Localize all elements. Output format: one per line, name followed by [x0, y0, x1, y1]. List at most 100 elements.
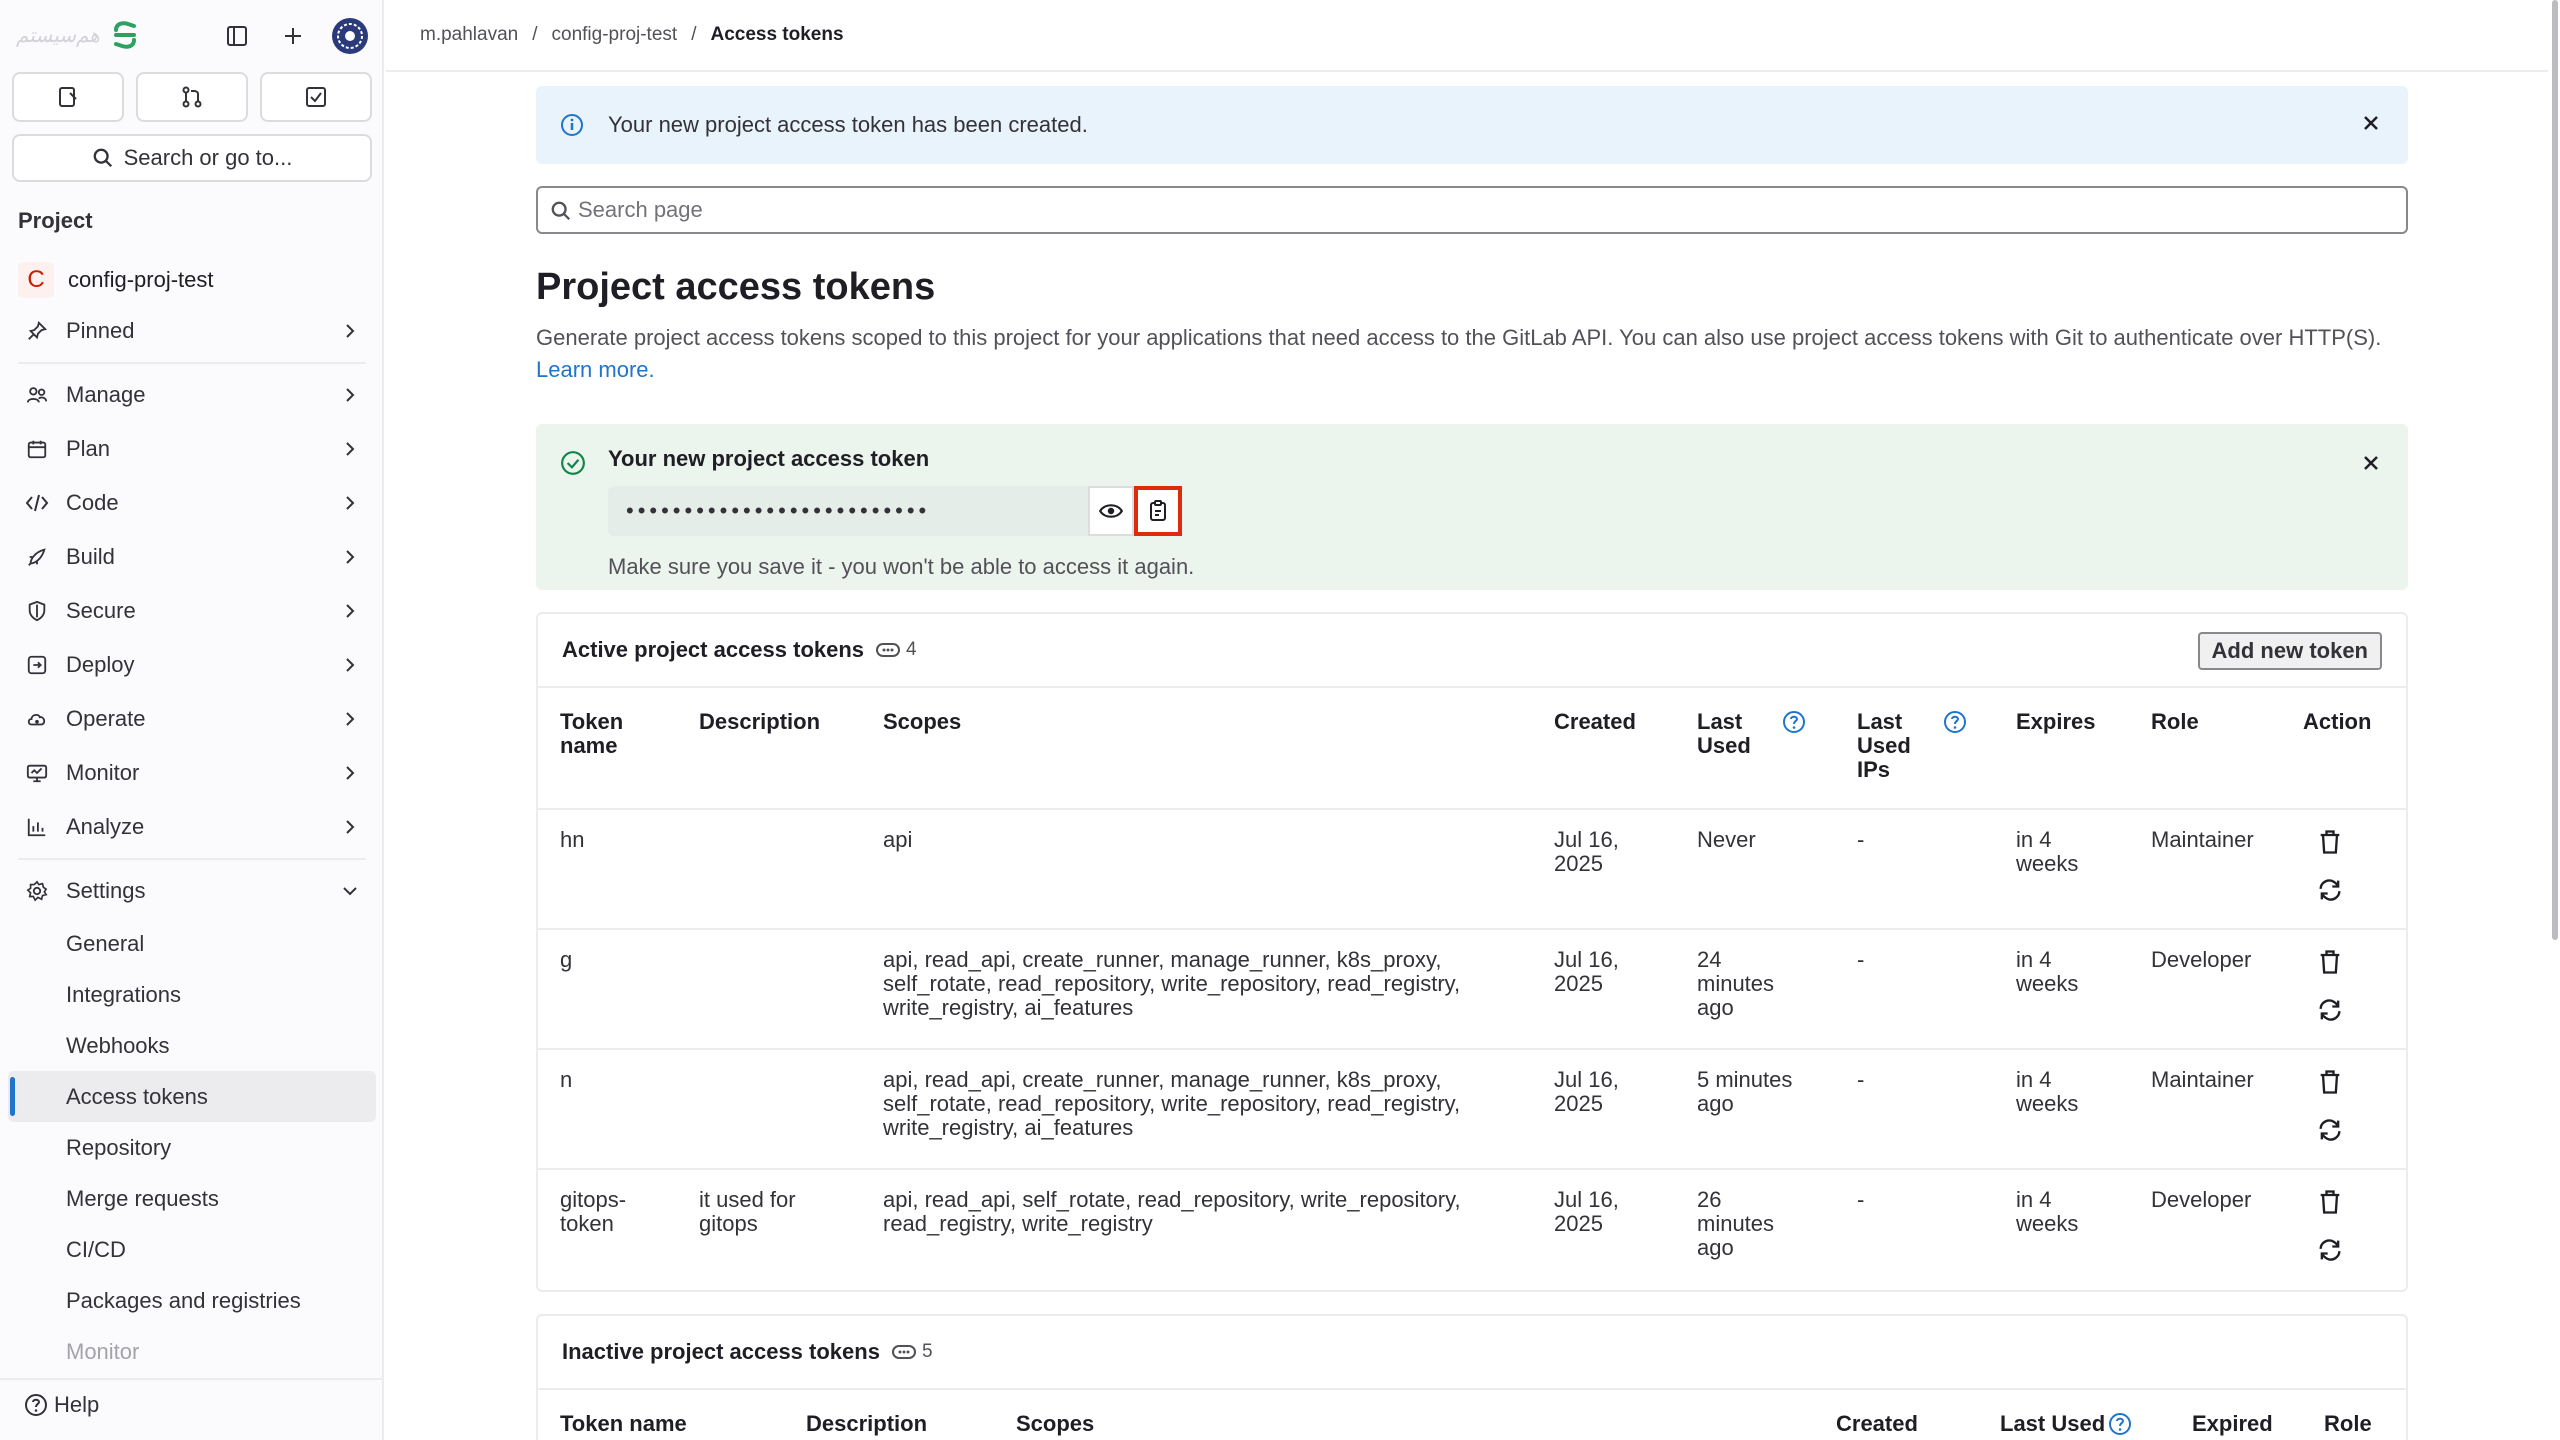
column-header-role[interactable]: Role — [2324, 1412, 2372, 1436]
question-icon[interactable] — [1943, 710, 1967, 734]
trash-icon[interactable] — [2316, 1188, 2344, 1216]
sidebar-item-monitor[interactable]: Monitor — [0, 746, 384, 800]
sidebar-project-link[interactable]: C config-proj-test — [18, 262, 214, 298]
question-icon[interactable] — [1782, 710, 1806, 734]
token-value-field[interactable]: •••••••••••••••••••••••••• — [608, 486, 1088, 536]
brand-logo[interactable]: هم‌سیستم — [16, 18, 142, 52]
column-header-token-name[interactable]: Token name — [560, 710, 623, 758]
scrollbar-thumb[interactable] — [2552, 0, 2558, 940]
project-name: config-proj-test — [68, 267, 214, 292]
sidebar-item-build[interactable]: Build — [0, 530, 384, 584]
cell-last-used-ips: - — [1857, 827, 1865, 852]
sidebar-item-analyze[interactable]: Analyze — [0, 800, 384, 854]
todos-button[interactable] — [260, 72, 372, 122]
sidebar-search-button[interactable]: Search or go to... — [12, 134, 372, 182]
sidebar-item-label: Manage — [66, 382, 146, 407]
cell-line: ago — [1697, 1091, 1734, 1116]
collapse-sidebar-icon[interactable] — [220, 19, 254, 53]
column-header-expired[interactable]: Expired — [2192, 1412, 2273, 1436]
add-new-token-button[interactable]: Add new token — [2197, 632, 2382, 670]
search-icon — [551, 201, 571, 221]
cell-last-used: 5 minutes ago — [1697, 1068, 1792, 1116]
column-header-role[interactable]: Role — [2151, 710, 2199, 734]
cell-line: ago — [1697, 995, 1734, 1020]
sidebar-item-label: Secure — [66, 598, 136, 623]
plus-icon[interactable] — [276, 19, 310, 53]
close-icon[interactable] — [2360, 112, 2382, 134]
cell-description: it used for gitops — [699, 1188, 796, 1236]
trash-icon[interactable] — [2316, 948, 2344, 976]
column-header-created[interactable]: Created — [1836, 1412, 1918, 1436]
sidebar-item-operate[interactable]: Operate — [0, 692, 384, 746]
issues-button[interactable] — [12, 72, 124, 122]
rotate-icon[interactable] — [2316, 1116, 2344, 1144]
sidebar-item-label: Pinned — [66, 318, 135, 343]
sidebar-section-title: Project — [18, 208, 93, 233]
breadcrumb-item-project[interactable]: config-proj-test — [552, 24, 678, 46]
column-header-scopes[interactable]: Scopes — [883, 710, 961, 734]
sidebar-item-plan[interactable]: Plan — [0, 422, 384, 476]
column-header-last-used-ips[interactable]: Last Used IPs — [1857, 710, 1911, 782]
cell-last-used-ips: - — [1857, 1067, 1865, 1092]
column-header-description[interactable]: Description — [699, 710, 820, 734]
chevron-right-icon — [346, 550, 355, 564]
settings-item-general[interactable]: General — [0, 918, 384, 969]
breadcrumb-item-user[interactable]: m.pahlavan — [420, 24, 518, 46]
sidebar-item-code[interactable]: Code — [0, 476, 384, 530]
todo-icon — [306, 87, 326, 107]
header-line: Last — [1857, 709, 1903, 734]
new-token-alert: Your new project access token ••••••••••… — [536, 424, 2408, 590]
trash-icon[interactable] — [2316, 1068, 2344, 1096]
cell-created: Jul 16, 2025 — [1554, 1068, 1619, 1116]
settings-item-merge-requests[interactable]: Merge requests — [0, 1173, 384, 1224]
sidebar-item-manage[interactable]: Manage — [0, 368, 384, 422]
cell-line: api, read_api, create_runner, manage_run… — [883, 947, 1442, 972]
cell-line: gitops — [699, 1211, 758, 1236]
column-header-description[interactable]: Description — [806, 1412, 927, 1436]
column-header-expires[interactable]: Expires — [2016, 710, 2096, 734]
info-icon — [561, 114, 583, 136]
breadcrumb-item-current[interactable]: Access tokens — [710, 24, 843, 46]
column-header-token-name[interactable]: Token name — [560, 1412, 687, 1436]
settings-item-repository[interactable]: Repository — [0, 1122, 384, 1173]
column-header-last-used[interactable]: Last Used — [1697, 710, 1751, 758]
column-header-scopes[interactable]: Scopes — [1016, 1412, 1094, 1436]
close-icon[interactable] — [2360, 452, 2382, 474]
sidebar-item-deploy[interactable]: Deploy — [0, 638, 384, 692]
help-button[interactable]: Help — [24, 1392, 99, 1418]
page-scrollbar[interactable] — [2550, 0, 2560, 1440]
settings-item-packages[interactable]: Packages and registries — [0, 1275, 384, 1326]
chevron-right-icon — [346, 324, 355, 338]
column-header-created[interactable]: Created — [1554, 710, 1636, 734]
chevron-right-icon — [346, 442, 355, 456]
question-icon[interactable] — [2108, 1412, 2132, 1436]
sidebar-item-pinned[interactable]: Pinned — [0, 304, 384, 358]
cell-line: gitops- — [560, 1187, 627, 1212]
search-page-placeholder: Search page — [578, 197, 703, 222]
shield-icon — [24, 598, 50, 624]
avatar[interactable] — [332, 18, 368, 54]
inactive-tokens-title: Inactive project access tokens — [562, 1339, 880, 1364]
rotate-icon[interactable] — [2316, 876, 2344, 904]
search-page-input[interactable]: Search page — [536, 186, 2408, 234]
header-line: Last — [1697, 709, 1743, 734]
settings-item-monitor[interactable]: Monitor — [0, 1326, 384, 1377]
rotate-icon[interactable] — [2316, 1236, 2344, 1264]
reveal-token-button[interactable] — [1088, 486, 1134, 536]
settings-item-integrations[interactable]: Integrations — [0, 969, 384, 1020]
code-icon — [24, 490, 50, 516]
column-header-last-used[interactable]: Last Used — [2000, 1412, 2105, 1436]
learn-more-link[interactable]: Learn more. — [536, 357, 655, 382]
merge-requests-button[interactable] — [136, 72, 248, 122]
settings-item-access-tokens[interactable]: Access tokens — [8, 1071, 376, 1122]
active-tokens-count: 4 — [876, 639, 917, 661]
trash-icon[interactable] — [2316, 828, 2344, 856]
sidebar-item-secure[interactable]: Secure — [0, 584, 384, 638]
settings-item-ci-cd[interactable]: CI/CD — [0, 1224, 384, 1275]
sidebar-item-label: Plan — [66, 436, 111, 461]
settings-item-webhooks[interactable]: Webhooks — [0, 1020, 384, 1071]
copy-token-button[interactable] — [1134, 486, 1182, 536]
sidebar-item-settings[interactable]: Settings — [0, 864, 384, 918]
rotate-icon[interactable] — [2316, 996, 2344, 1024]
search-icon — [93, 148, 112, 168]
